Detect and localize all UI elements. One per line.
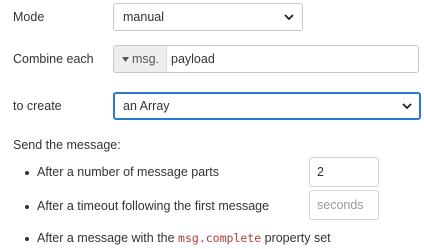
complete-code: msg.complete [178, 231, 262, 245]
bullet-dot [25, 237, 29, 241]
bullet-dot [25, 171, 29, 175]
caret-down-icon [122, 57, 129, 62]
timeout-input[interactable]: seconds [309, 190, 379, 220]
create-label: to create [13, 99, 62, 113]
combine-typed-input[interactable]: msg. payload [113, 45, 419, 73]
chevron-down-icon [402, 103, 412, 110]
type-prefix: msg. [132, 52, 160, 66]
parts-count-value: 2 [317, 165, 324, 179]
mode-label: Mode [13, 10, 45, 24]
send-heading: Send the message: [13, 138, 121, 152]
timeout-placeholder: seconds [317, 198, 364, 212]
parts-count-input[interactable]: 2 [309, 157, 379, 187]
combine-field-value[interactable]: payload [171, 52, 215, 66]
create-select[interactable]: an Array [113, 92, 421, 120]
chevron-down-icon [284, 14, 294, 21]
complete-text-after: property set [261, 231, 331, 245]
complete-text-before: After a message with the [37, 231, 179, 245]
mode-select-value: manual [123, 10, 164, 24]
bullet-dot [25, 205, 29, 209]
timeout-option-label: After a timeout following the first mess… [37, 199, 270, 213]
parts-option-label: After a number of message parts [37, 165, 220, 179]
type-select-button[interactable]: msg. [114, 46, 167, 72]
combine-label: Combine each [13, 52, 94, 66]
complete-option-label: After a message with the msg.complete pr… [37, 231, 331, 245]
mode-select[interactable]: manual [113, 3, 303, 31]
create-select-value: an Array [123, 99, 170, 113]
